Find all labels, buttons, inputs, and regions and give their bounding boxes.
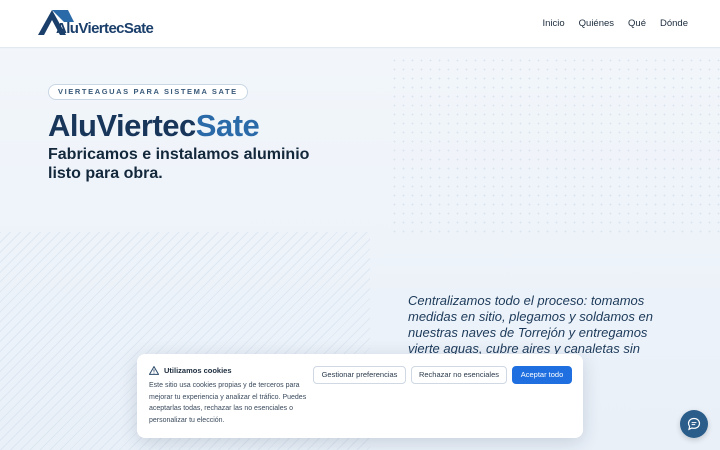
nav-link-quienes[interactable]: Quiénes [579, 18, 614, 29]
warning-triangle-icon [149, 366, 159, 375]
hero-description: Centralizamos todo el proceso: tomamos m… [408, 293, 653, 356]
hero-subtitle: Fabricamos e instalamos aluminio listo p… [48, 146, 310, 182]
cookie-title: Utilizamos cookies [164, 366, 232, 375]
brand-name: AluViertecSate [56, 20, 154, 37]
hero-title: AluViertecSate [48, 108, 260, 144]
hero-title-part1: AluViertec [48, 108, 196, 143]
cookie-banner-header: Utilizamos cookies [149, 366, 232, 375]
dot-pattern-decoration [390, 56, 720, 236]
accept-all-button[interactable]: Aceptar todo [512, 366, 572, 384]
chat-button[interactable] [680, 410, 708, 438]
manage-preferences-button[interactable]: Gestionar preferencias [313, 366, 406, 384]
nav-link-inicio[interactable]: Inicio [542, 18, 564, 29]
chat-bubble-icon [687, 417, 701, 431]
main-nav: Inicio Quiénes Qué Dónde [542, 18, 688, 29]
site-header: AluViertecSate Inicio Quiénes Qué Dónde [0, 0, 720, 48]
cookie-description: Este sitio usa cookies propias y de terc… [149, 382, 307, 424]
cookie-banner: Utilizamos cookies Este sitio usa cookie… [137, 354, 583, 438]
reject-nonessential-button[interactable]: Rechazar no esenciales [411, 366, 507, 384]
hero-badge: VIERTEAGUAS PARA SISTEMA SATE [48, 84, 248, 100]
nav-link-que[interactable]: Qué [628, 18, 646, 29]
nav-link-donde[interactable]: Dónde [660, 18, 688, 29]
hero-title-part2: Sate [195, 108, 260, 143]
